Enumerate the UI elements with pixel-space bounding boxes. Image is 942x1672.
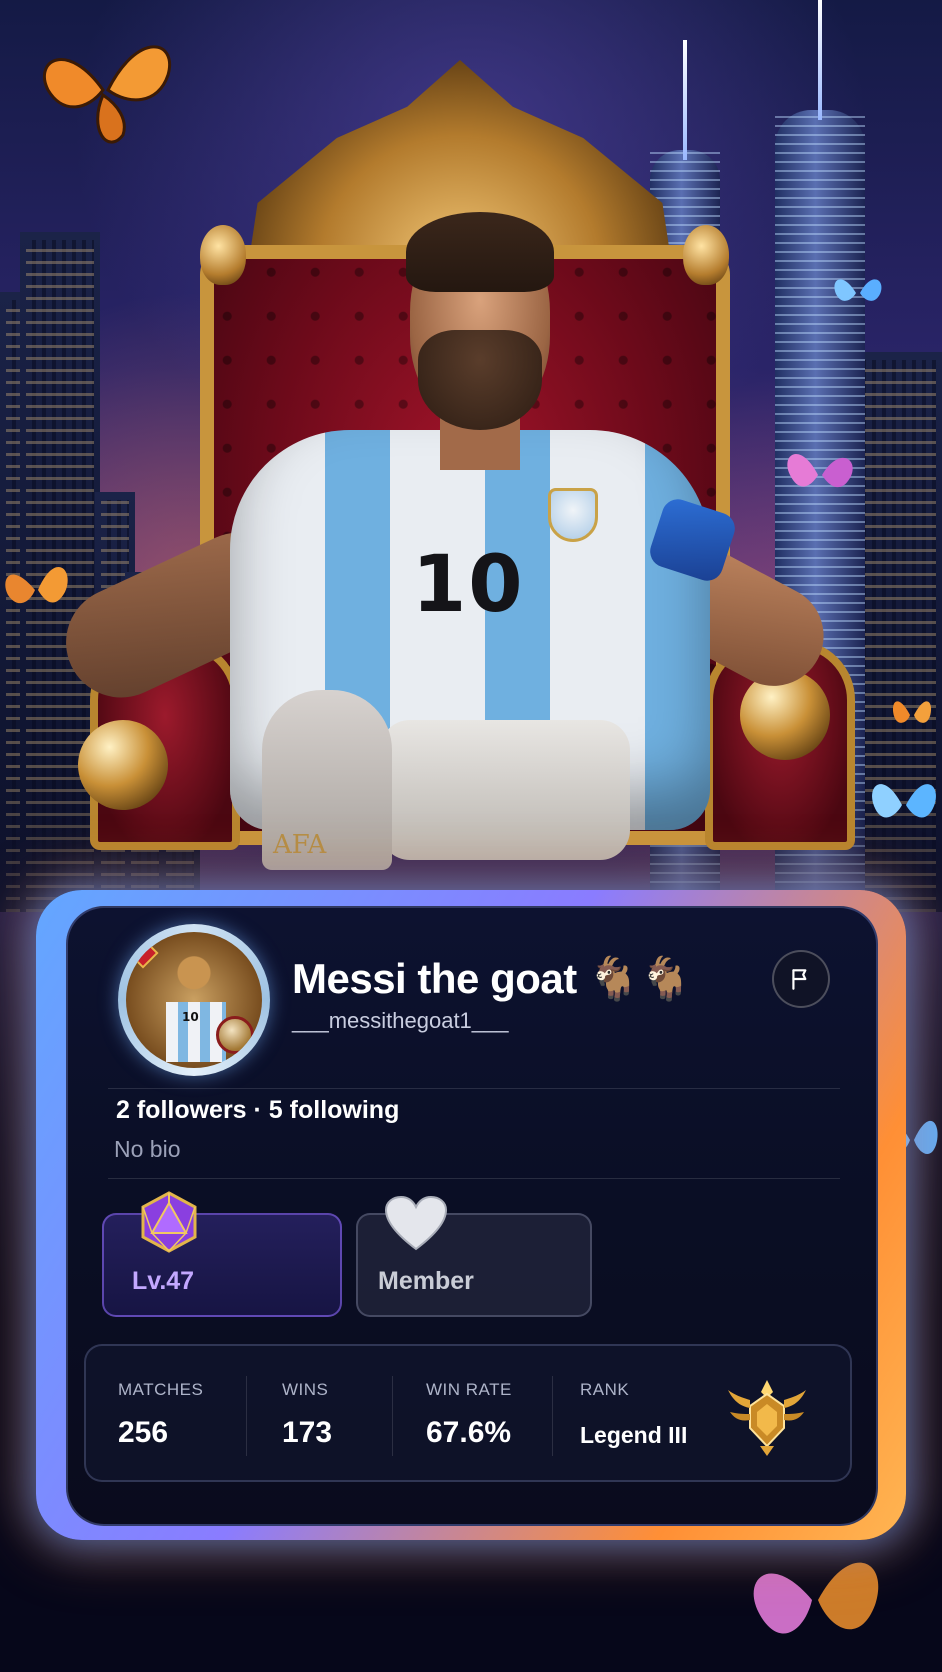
- report-flag-button[interactable]: [772, 950, 830, 1008]
- profile-scene: 10 AFA 10 Messi the goat 🐐🐐 ___messitheg…: [0, 0, 942, 1672]
- butterfly-icon: [787, 454, 853, 488]
- butterfly-icon: [872, 784, 936, 818]
- avatar-image: 10: [126, 932, 262, 1068]
- display-name: Messi the goat 🐐🐐: [292, 955, 692, 1002]
- stat-label: RANK: [580, 1380, 630, 1399]
- follow-counts[interactable]: 2 followers · 5 following: [116, 1096, 399, 1125]
- heart-icon: [384, 1195, 448, 1251]
- butterfly-icon: [5, 567, 68, 604]
- stat-matches: MATCHES 256: [86, 1346, 246, 1480]
- stat-label: WINS: [282, 1380, 329, 1399]
- butterfly-icon: [753, 1562, 879, 1634]
- d20-gem-icon: [141, 1191, 197, 1253]
- jersey-number-graphic: 10: [412, 540, 525, 630]
- level-badge[interactable]: Lv.47: [102, 1191, 342, 1317]
- stat-value: Legend III: [580, 1422, 688, 1448]
- stat-win-rate: WIN RATE 67.6%: [392, 1346, 552, 1480]
- stat-label: MATCHES: [118, 1380, 204, 1399]
- stat-label: WIN RATE: [426, 1380, 512, 1399]
- flag-icon: [792, 969, 807, 990]
- divider: [108, 1088, 840, 1089]
- username-handle: ___messithegoat1___: [292, 1008, 509, 1033]
- level-label: Lv.47: [132, 1267, 195, 1295]
- bio-text: No bio: [114, 1136, 181, 1162]
- avatar[interactable]: 10: [118, 924, 270, 1076]
- butterfly-icon: [834, 279, 882, 301]
- butterfly-icon: [42, 45, 171, 144]
- rank-crest-icon: [728, 1380, 806, 1456]
- stats-panel: MATCHES 256 WINS 173 WIN RATE 67.6% RANK…: [84, 1344, 852, 1482]
- sock-logo-graphic: AFA: [273, 830, 327, 860]
- divider: [108, 1178, 840, 1179]
- stat-value: 256: [118, 1416, 169, 1449]
- stat-value: 173: [282, 1416, 333, 1449]
- membership-label: Member: [378, 1267, 474, 1295]
- stat-wins: WINS 173: [246, 1346, 396, 1480]
- butterfly-icon: [892, 701, 932, 723]
- membership-badge[interactable]: Member: [356, 1195, 592, 1317]
- stat-value: 67.6%: [426, 1416, 512, 1449]
